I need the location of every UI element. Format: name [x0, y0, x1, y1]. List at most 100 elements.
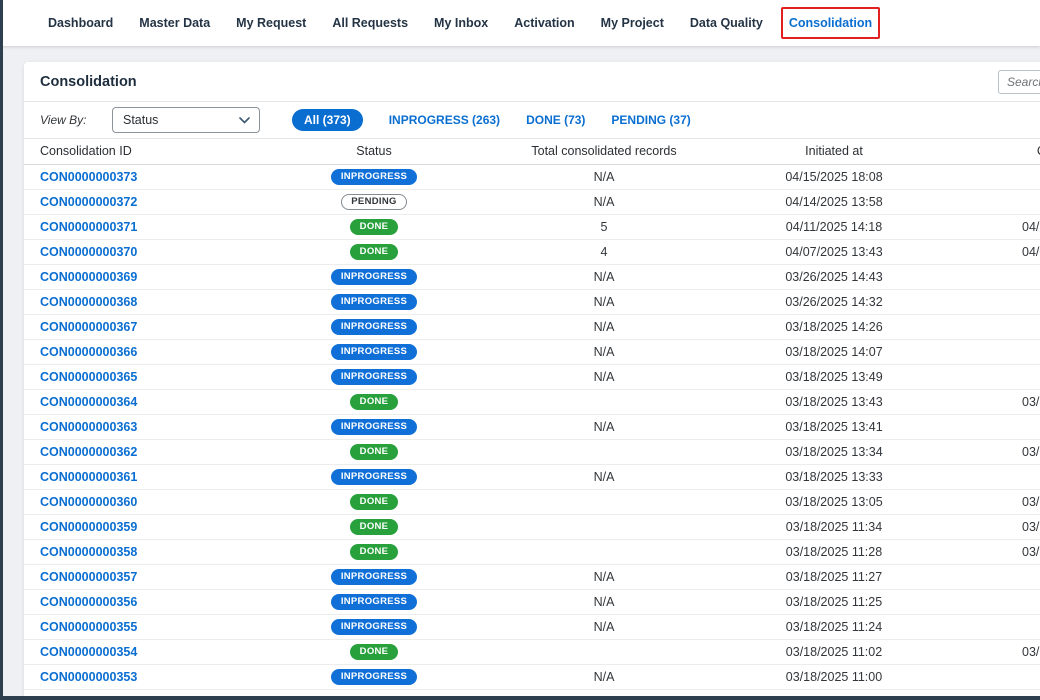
initiated-at-cell: 03/18/2025 13:43	[724, 389, 944, 414]
status-badge: DONE	[350, 394, 399, 410]
consolidation-id-cell: CON0000000359	[24, 514, 264, 539]
nav-item-activation[interactable]: Activation	[514, 16, 574, 30]
nav-item-dashboard[interactable]: Dashboard	[48, 16, 113, 30]
completed-at-cell	[944, 464, 1040, 489]
column-header-completed-at: Completed at	[944, 139, 1040, 164]
status-badge: INPROGRESS	[331, 169, 417, 185]
status-cell: INPROGRESS	[264, 589, 484, 614]
consolidation-id-link[interactable]: CON0000000371	[40, 220, 137, 234]
total-records-cell: N/A	[484, 289, 724, 314]
status-badge: DONE	[350, 494, 399, 510]
consolidation-id-link[interactable]: CON0000000357	[40, 570, 137, 584]
total-records-cell: N/A	[484, 589, 724, 614]
consolidation-id-link[interactable]: CON0000000356	[40, 595, 137, 609]
status-cell: DONE	[264, 514, 484, 539]
status-cell: INPROGRESS	[264, 364, 484, 389]
nav-item-consolidation[interactable]: Consolidation	[789, 16, 872, 30]
status-badge: INPROGRESS	[331, 269, 417, 285]
status-cell: INPROGRESS	[264, 464, 484, 489]
filter-tab-done-73[interactable]: DONE (73)	[526, 113, 585, 127]
search-input[interactable]	[998, 70, 1040, 94]
consolidation-id-link[interactable]: CON0000000361	[40, 470, 137, 484]
consolidation-id-cell: CON0000000364	[24, 389, 264, 414]
status-cell: DONE	[264, 639, 484, 664]
filter-tab-inprogress-263[interactable]: INPROGRESS (263)	[389, 113, 500, 127]
consolidation-id-link[interactable]: CON0000000364	[40, 395, 137, 409]
consolidation-id-cell: CON0000000353	[24, 664, 264, 689]
consolidation-id-link[interactable]: CON0000000363	[40, 420, 137, 434]
consolidation-id-cell: CON0000000370	[24, 239, 264, 264]
nav-item-my-project[interactable]: My Project	[601, 16, 664, 30]
consolidation-id-link[interactable]: CON0000000369	[40, 270, 137, 284]
total-records-cell	[484, 539, 724, 564]
consolidation-id-cell: CON0000000365	[24, 364, 264, 389]
initiated-at-cell: 03/18/2025 11:28	[724, 539, 944, 564]
initiated-at-cell: 04/15/2025 18:08	[724, 164, 944, 189]
completed-at-cell	[944, 364, 1040, 389]
table-row: CON0000000362DONE03/18/2025 13:3403/	[24, 439, 1040, 464]
chevron-down-icon	[239, 117, 250, 124]
nav-box: All Requests	[324, 7, 416, 39]
consolidation-id-link[interactable]: CON0000000370	[40, 245, 137, 259]
status-filter-tabs: All (373) INPROGRESS (263) DONE (73) PENDIN…	[292, 109, 691, 131]
table-row: CON0000000373INPROGRESSN/A04/15/2025 18:…	[24, 164, 1040, 189]
consolidation-id-link[interactable]: CON0000000355	[40, 620, 137, 634]
consolidation-id-link[interactable]: CON0000000358	[40, 545, 137, 559]
status-cell: INPROGRESS	[264, 664, 484, 689]
consolidation-id-link[interactable]: CON0000000372	[40, 195, 137, 209]
status-badge: INPROGRESS	[331, 344, 417, 360]
status-badge: DONE	[350, 519, 399, 535]
status-cell: DONE	[264, 489, 484, 514]
view-by-dropdown[interactable]: Status	[112, 107, 260, 133]
completed-at-cell	[944, 664, 1040, 689]
status-badge: INPROGRESS	[331, 569, 417, 585]
initiated-at-cell: 03/18/2025 11:27	[724, 564, 944, 589]
consolidation-id-link[interactable]: CON0000000368	[40, 295, 137, 309]
table-row: CON0000000370DONE404/07/2025 13:4304/0	[24, 239, 1040, 264]
status-badge: INPROGRESS	[331, 594, 417, 610]
consolidation-id-link[interactable]: CON0000000362	[40, 445, 137, 459]
window-edge-left	[0, 0, 3, 700]
status-badge: DONE	[350, 219, 399, 235]
status-badge: DONE	[350, 244, 399, 260]
consolidation-id-link[interactable]: CON0000000366	[40, 345, 137, 359]
consolidation-id-link[interactable]: CON0000000353	[40, 670, 137, 684]
initiated-at-cell: 03/18/2025 14:26	[724, 314, 944, 339]
nav-item-my-inbox[interactable]: My Inbox	[434, 16, 488, 30]
consolidation-id-link[interactable]: CON0000000354	[40, 645, 137, 659]
status-cell: DONE	[264, 239, 484, 264]
total-records-cell: N/A	[484, 664, 724, 689]
initiated-at-cell: 03/18/2025 13:49	[724, 364, 944, 389]
status-badge: INPROGRESS	[331, 669, 417, 685]
initiated-at-cell: 03/18/2025 13:05	[724, 489, 944, 514]
consolidation-id-link[interactable]: CON0000000373	[40, 170, 137, 184]
consolidation-id-link[interactable]: CON0000000367	[40, 320, 137, 334]
completed-at-cell: 03/	[944, 639, 1040, 664]
status-cell: INPROGRESS	[264, 564, 484, 589]
window-edge-bottom	[0, 696, 1040, 700]
completed-at-cell: 03/	[944, 389, 1040, 414]
consolidation-id-link[interactable]: CON0000000365	[40, 370, 137, 384]
table-row: CON0000000354 DONE 03/18/2025 11:0203/	[24, 639, 1040, 664]
table-row: CON0000000359DONE03/18/2025 11:3403/	[24, 514, 1040, 539]
consolidation-id-cell: CON0000000355	[24, 614, 264, 639]
completed-at-cell: 04/	[944, 214, 1040, 239]
filter-tab-all-373[interactable]: All (373)	[292, 109, 363, 131]
status-badge: PENDING	[341, 194, 406, 210]
nav-item-my-request[interactable]: My Request	[236, 16, 306, 30]
table-row: CON0000000367INPROGRESSN/A03/18/2025 14:…	[24, 314, 1040, 339]
initiated-at-cell: 03/18/2025 11:25	[724, 589, 944, 614]
initiated-at-cell: 03/18/2025 13:34	[724, 439, 944, 464]
filter-tab-pending-37[interactable]: PENDING (37)	[611, 113, 690, 127]
initiated-at-cell: 03/18/2025 11:02	[724, 639, 944, 664]
consolidation-id-link[interactable]: CON0000000360	[40, 495, 137, 509]
initiated-at-cell: 03/26/2025 14:32	[724, 289, 944, 314]
completed-at-cell	[944, 339, 1040, 364]
column-header-initiated-at: Initiated at	[724, 139, 944, 164]
nav-item-all-requests[interactable]: All Requests	[332, 16, 408, 30]
status-cell: DONE	[264, 539, 484, 564]
status-badge: INPROGRESS	[331, 369, 417, 385]
nav-item-master-data[interactable]: Master Data	[139, 16, 210, 30]
consolidation-id-link[interactable]: CON0000000359	[40, 520, 137, 534]
nav-item-data-quality[interactable]: Data Quality	[690, 16, 763, 30]
